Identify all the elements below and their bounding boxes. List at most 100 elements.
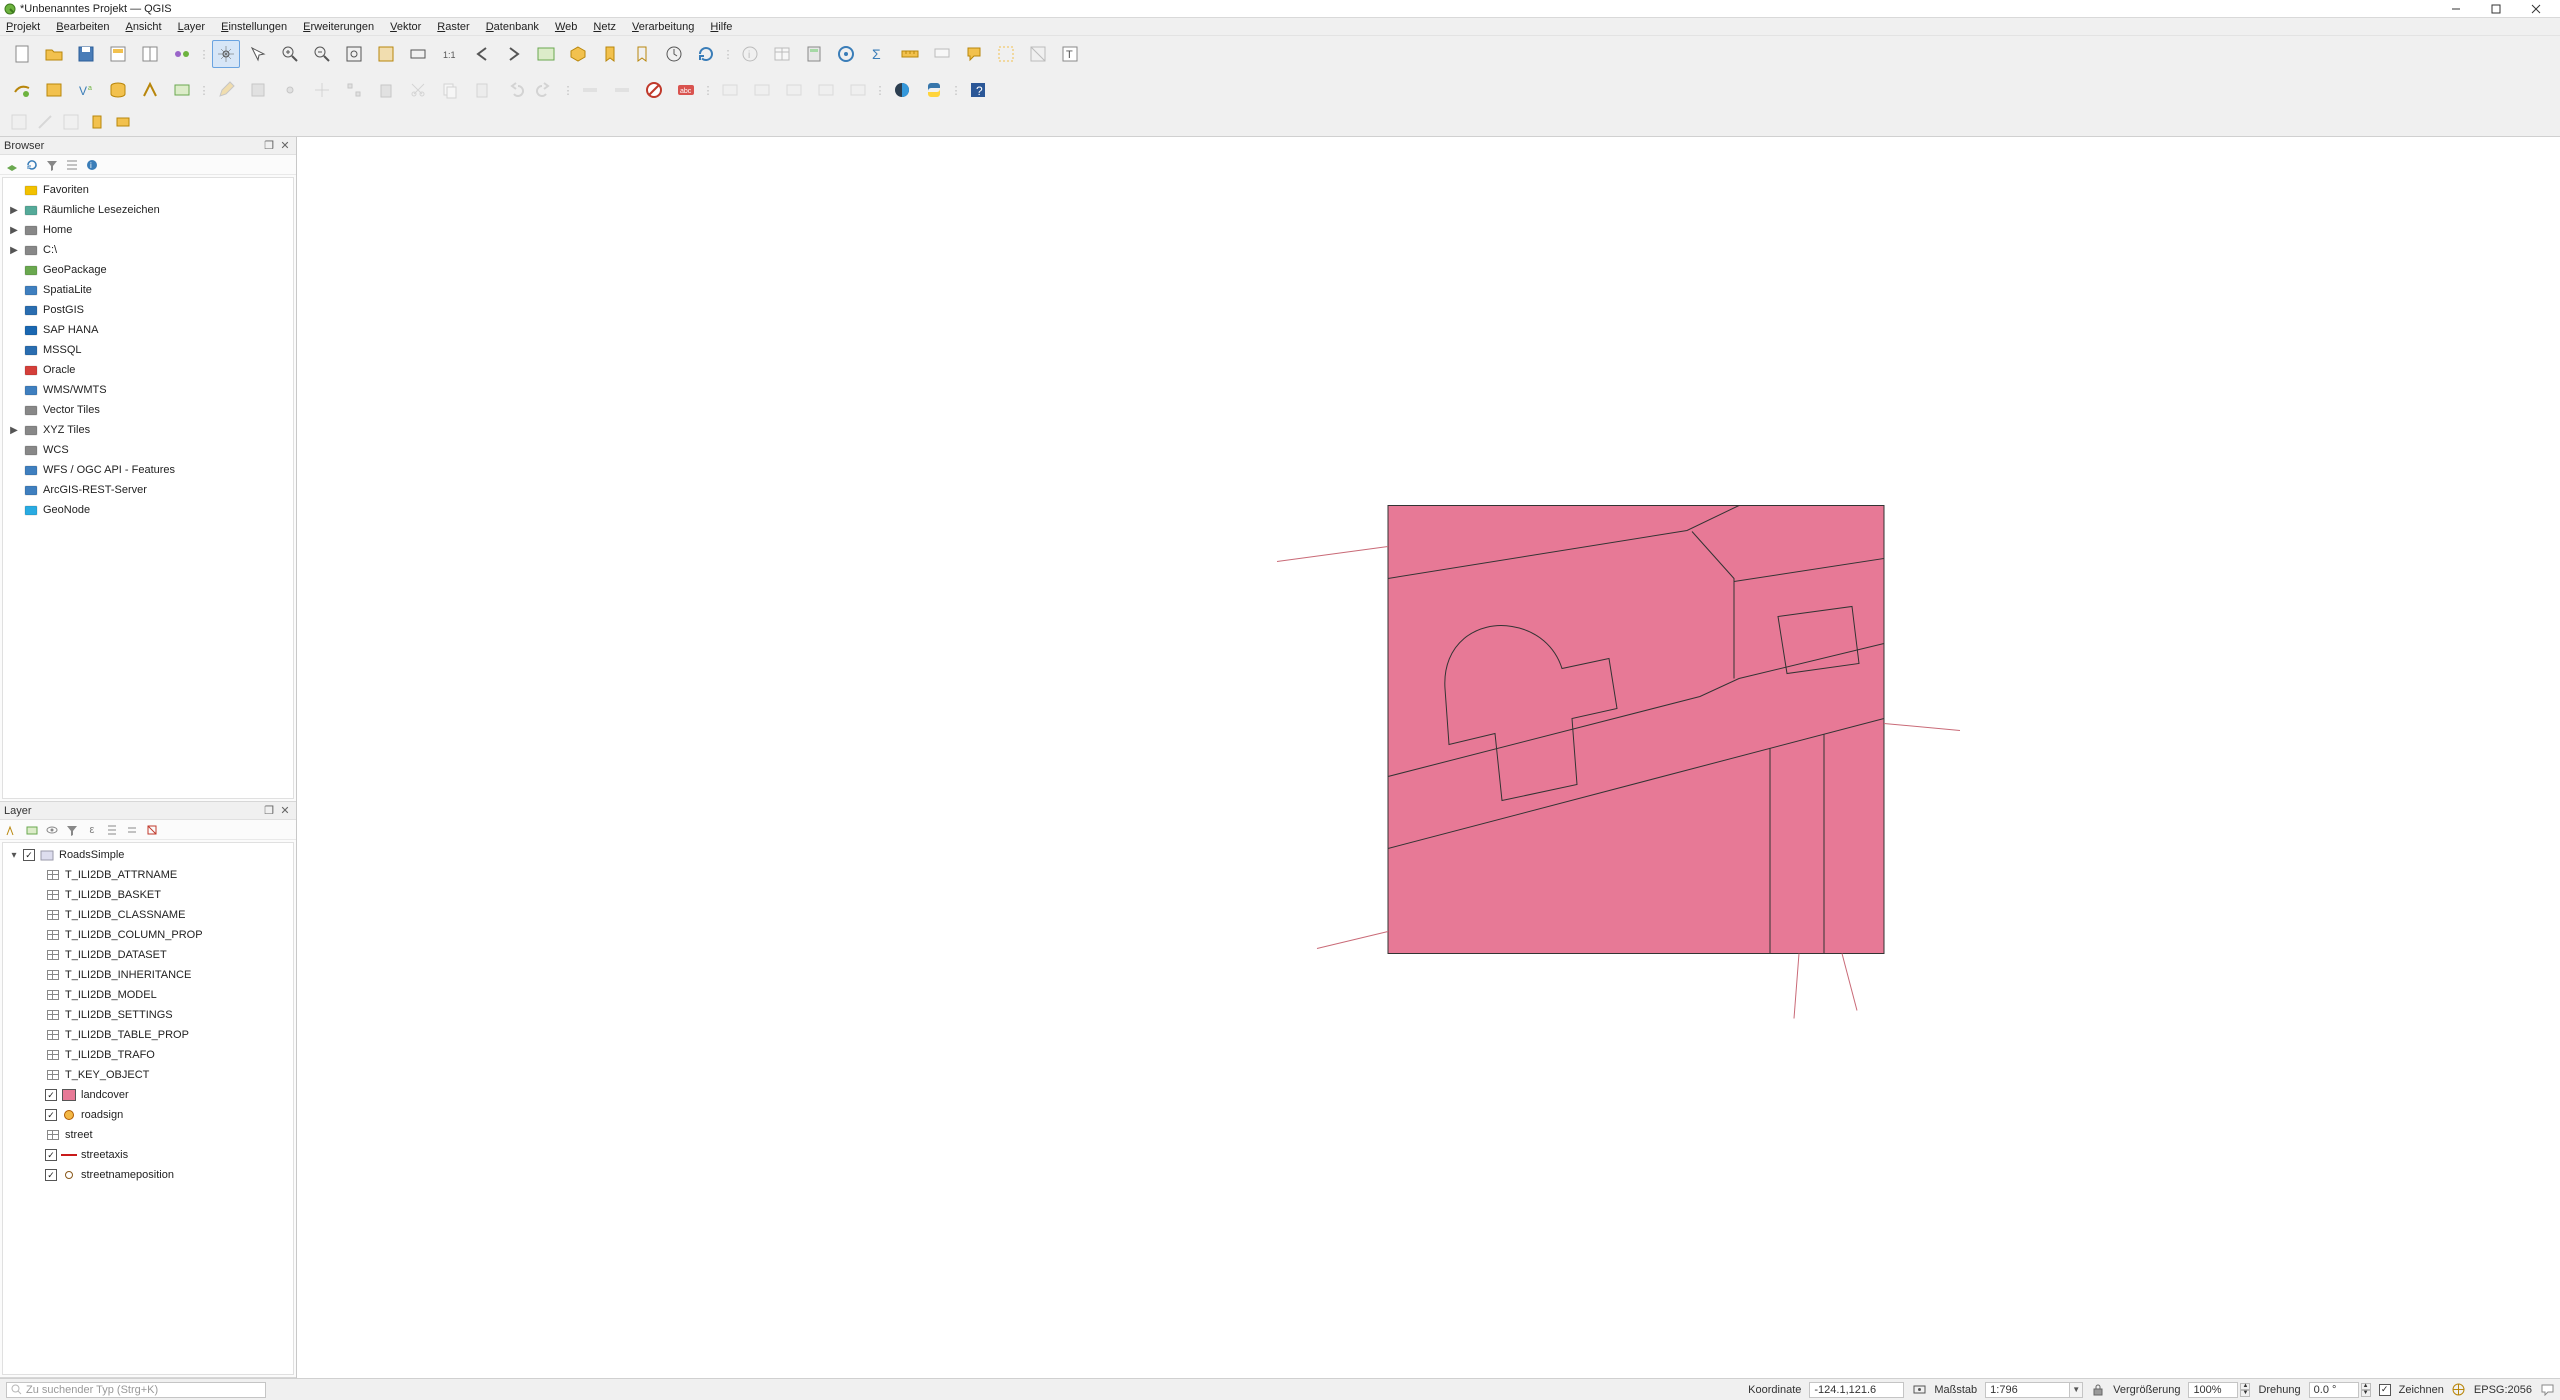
browser-item[interactable]: GeoPackage — [5, 260, 291, 280]
menu-bearbeiten[interactable]: Bearbeiten — [54, 20, 111, 34]
menu-erweiterungen[interactable]: Erweiterungen — [301, 20, 376, 34]
expand-all-icon[interactable] — [104, 822, 120, 838]
add-vector-button[interactable] — [8, 76, 36, 104]
layer-item[interactable]: T_ILI2DB_ATTRNAME — [5, 865, 291, 885]
snap-tool-5[interactable] — [112, 111, 134, 133]
annotation-button[interactable] — [960, 40, 988, 68]
menu-verarbeitung[interactable]: Verarbeitung — [630, 20, 696, 34]
rotation-input[interactable]: 0.0 ° ▲▼ — [2309, 1382, 2371, 1398]
identify-button[interactable]: i — [736, 40, 764, 68]
browser-item[interactable]: WCS — [5, 440, 291, 460]
deselect-button[interactable] — [1024, 40, 1052, 68]
snap-tool-2[interactable] — [34, 111, 56, 133]
browser-item[interactable]: ▶C:\ — [5, 240, 291, 260]
zoom-out-button[interactable] — [308, 40, 336, 68]
scale-combo[interactable]: 1:796 ▼ — [1985, 1382, 2083, 1398]
select-features-button[interactable] — [992, 40, 1020, 68]
toggle-edit-button[interactable] — [212, 76, 240, 104]
visibility-icon[interactable] — [44, 822, 60, 838]
layer-item[interactable]: T_ILI2DB_MODEL — [5, 985, 291, 1005]
menu-web[interactable]: Web — [553, 20, 579, 34]
coordinate-input[interactable]: -124.1,121.6 — [1809, 1382, 1904, 1398]
no-selection-button[interactable] — [640, 76, 668, 104]
menu-einstellungen[interactable]: Einstellungen — [219, 20, 289, 34]
layer-item[interactable]: T_ILI2DB_CLASSNAME — [5, 905, 291, 925]
cut-button[interactable] — [404, 76, 432, 104]
menu-raster[interactable]: Raster — [435, 20, 471, 34]
add-feature-button[interactable] — [276, 76, 304, 104]
remove-layer-icon[interactable] — [144, 822, 160, 838]
digitize-tool-1[interactable] — [576, 76, 604, 104]
new-memory-button[interactable] — [168, 76, 196, 104]
label-tool-2[interactable] — [748, 76, 776, 104]
new-shapefile-button[interactable]: Va — [72, 76, 100, 104]
open-attribute-table-button[interactable] — [768, 40, 796, 68]
text-annotation-button[interactable]: T — [1056, 40, 1084, 68]
zoom-last-button[interactable] — [468, 40, 496, 68]
maptips-button[interactable] — [928, 40, 956, 68]
filter-layers-icon[interactable] — [64, 822, 80, 838]
snap-tool-3[interactable] — [60, 111, 82, 133]
browser-item[interactable]: GeoNode — [5, 500, 291, 520]
style-manager-button[interactable] — [168, 40, 196, 68]
open-project-button[interactable] — [40, 40, 68, 68]
layer-checkbox[interactable] — [45, 1109, 57, 1121]
pan-map-button[interactable] — [212, 40, 240, 68]
pan-selection-button[interactable] — [244, 40, 272, 68]
layer-item[interactable]: roadsign — [5, 1105, 291, 1125]
node-tool-button[interactable] — [340, 76, 368, 104]
locator-search[interactable]: Zu suchender Typ (Strg+K) — [6, 1382, 266, 1398]
properties-widget-icon[interactable]: i — [84, 157, 100, 173]
browser-item[interactable]: SpatiaLite — [5, 280, 291, 300]
zoom-full-button[interactable] — [340, 40, 368, 68]
measure-button[interactable] — [896, 40, 924, 68]
map-canvas[interactable] — [297, 137, 2560, 1378]
maximize-button[interactable] — [2476, 0, 2516, 18]
paste-button[interactable] — [468, 76, 496, 104]
layer-item[interactable]: T_KEY_OBJECT — [5, 1065, 291, 1085]
layer-item[interactable]: T_ILI2DB_COLUMN_PROP — [5, 925, 291, 945]
layer-style-icon[interactable] — [4, 822, 20, 838]
show-bookmarks-button[interactable] — [628, 40, 656, 68]
undock-icon[interactable]: ❐ — [262, 139, 276, 153]
browser-item[interactable]: WFS / OGC API - Features — [5, 460, 291, 480]
help-button[interactable]: ? — [964, 76, 992, 104]
collapse-all-icon[interactable] — [64, 157, 80, 173]
refresh-browser-icon[interactable] — [24, 157, 40, 173]
menu-hilfe[interactable]: Hilfe — [708, 20, 734, 34]
delete-selected-button[interactable] — [372, 76, 400, 104]
add-layer-icon[interactable] — [4, 157, 20, 173]
undo-button[interactable] — [500, 76, 528, 104]
crs-icon[interactable] — [2452, 1383, 2466, 1397]
print-layout-button[interactable] — [104, 40, 132, 68]
layer-item[interactable]: landcover — [5, 1085, 291, 1105]
layer-item[interactable]: streetaxis — [5, 1145, 291, 1165]
new-geopackage-button[interactable] — [40, 76, 68, 104]
layer-item[interactable]: streetnameposition — [5, 1165, 291, 1185]
layer-item[interactable]: T_ILI2DB_DATASET — [5, 945, 291, 965]
browser-item[interactable]: Oracle — [5, 360, 291, 380]
label-tool-5[interactable] — [844, 76, 872, 104]
layer-item[interactable]: T_ILI2DB_TABLE_PROP — [5, 1025, 291, 1045]
python-console-button[interactable] — [920, 76, 948, 104]
layer-checkbox[interactable] — [45, 1089, 57, 1101]
browser-tree[interactable]: Favoriten▶Räumliche Lesezeichen▶Home▶C:\… — [3, 178, 293, 522]
collapse-all-layers-icon[interactable] — [124, 822, 140, 838]
plugin-manager-button[interactable] — [888, 76, 916, 104]
expression-filter-icon[interactable]: ε — [84, 822, 100, 838]
close-panel-icon[interactable]: ✕ — [278, 139, 292, 153]
close-button[interactable] — [2516, 0, 2556, 18]
browser-item[interactable]: ▶Home — [5, 220, 291, 240]
layers-panel-header[interactable]: Layer ❐ ✕ — [0, 802, 296, 820]
snap-tool-1[interactable] — [8, 111, 30, 133]
snap-tool-4[interactable] — [86, 111, 108, 133]
new-map-view-button[interactable] — [532, 40, 560, 68]
extents-toggle-icon[interactable] — [1912, 1383, 1926, 1397]
processing-toolbox-button[interactable] — [832, 40, 860, 68]
zoom-layer-button[interactable] — [404, 40, 432, 68]
menu-layer[interactable]: Layer — [176, 20, 208, 34]
stats-button[interactable]: Σ — [864, 40, 892, 68]
layers-tree[interactable]: ▾RoadsSimpleT_ILI2DB_ATTRNAMET_ILI2DB_BA… — [3, 843, 293, 1187]
minimize-button[interactable] — [2436, 0, 2476, 18]
move-feature-button[interactable] — [308, 76, 336, 104]
